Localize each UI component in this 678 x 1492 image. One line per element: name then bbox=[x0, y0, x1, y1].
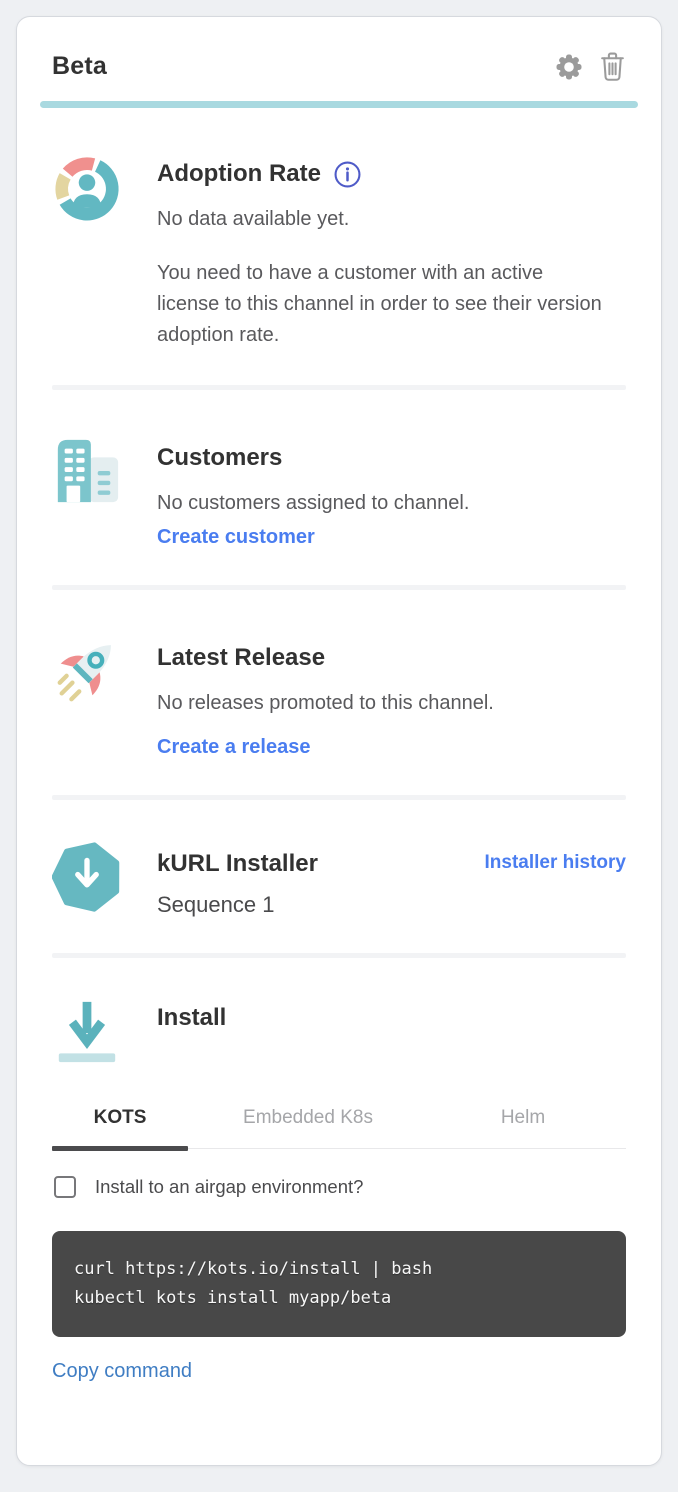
channel-delete-button[interactable] bbox=[599, 51, 626, 82]
airgap-checkbox[interactable] bbox=[54, 1176, 76, 1198]
channel-card-header: Beta bbox=[52, 51, 626, 82]
adoption-rate-title-text: Adoption Rate bbox=[157, 160, 321, 188]
latest-release-section: Latest Release No releases promoted to t… bbox=[52, 634, 626, 759]
buildings-icon bbox=[52, 434, 157, 549]
adoption-hint-text: You need to have a customer with an acti… bbox=[157, 258, 607, 351]
tab-kots[interactable]: KOTS bbox=[52, 1101, 188, 1148]
command-line: curl https://kots.io/install | bash bbox=[74, 1255, 604, 1284]
adoption-empty-message: No data available yet. bbox=[157, 204, 626, 234]
rocket-icon bbox=[52, 634, 157, 759]
customers-section: Customers No customers assigned to chann… bbox=[52, 434, 626, 549]
release-empty-message: No releases promoted to this channel. bbox=[157, 688, 626, 718]
gear-icon bbox=[554, 70, 584, 85]
section-divider bbox=[52, 385, 626, 390]
adoption-rate-section: Adoption Rate No data available yet. You… bbox=[52, 150, 626, 351]
trash-icon bbox=[599, 70, 626, 85]
kurl-installer-title: kURL Installer bbox=[157, 850, 318, 878]
install-section: Install bbox=[52, 994, 626, 1073]
command-line: kubectl kots install myapp/beta bbox=[74, 1284, 604, 1313]
install-title: Install bbox=[157, 1004, 626, 1032]
channel-accent-underline bbox=[40, 101, 638, 108]
airgap-row: Install to an airgap environment? bbox=[52, 1176, 626, 1198]
adoption-donut-icon bbox=[52, 150, 157, 351]
latest-release-content: Latest Release No releases promoted to t… bbox=[157, 634, 626, 759]
channel-settings-button[interactable] bbox=[554, 52, 584, 82]
kurl-installer-section: kURL Installer Installer history Sequenc… bbox=[52, 840, 626, 919]
customers-content: Customers No customers assigned to chann… bbox=[157, 434, 626, 549]
customers-title: Customers bbox=[157, 444, 626, 472]
kurl-title-row: kURL Installer Installer history bbox=[157, 840, 626, 878]
install-tabs: KOTS Embedded K8s Helm bbox=[52, 1101, 626, 1149]
download-icon bbox=[52, 994, 157, 1073]
tab-embedded-k8s[interactable]: Embedded K8s bbox=[188, 1101, 428, 1148]
section-divider bbox=[52, 795, 626, 800]
installer-history-link[interactable]: Installer history bbox=[485, 852, 627, 874]
latest-release-title: Latest Release bbox=[157, 644, 626, 672]
create-customer-link[interactable]: Create customer bbox=[157, 526, 315, 549]
header-actions bbox=[554, 51, 626, 82]
create-release-link[interactable]: Create a release bbox=[157, 736, 310, 759]
channel-title: Beta bbox=[52, 52, 107, 81]
airgap-label: Install to an airgap environment? bbox=[95, 1176, 363, 1198]
installer-sequence-text: Sequence 1 bbox=[157, 892, 626, 918]
install-command-block: curl https://kots.io/install | bashkubec… bbox=[52, 1231, 626, 1337]
info-icon[interactable] bbox=[334, 161, 361, 188]
section-divider bbox=[52, 585, 626, 590]
tab-helm[interactable]: Helm bbox=[428, 1101, 618, 1148]
adoption-rate-content: Adoption Rate No data available yet. You… bbox=[157, 150, 626, 351]
channel-card: Beta bbox=[16, 16, 662, 1466]
kurl-heptagon-icon bbox=[52, 840, 157, 919]
adoption-rate-title: Adoption Rate bbox=[157, 160, 626, 188]
customers-empty-message: No customers assigned to channel. bbox=[157, 488, 626, 518]
section-divider bbox=[52, 953, 626, 958]
copy-command-link[interactable]: Copy command bbox=[52, 1360, 192, 1383]
install-content: Install bbox=[157, 994, 626, 1073]
kurl-installer-content: kURL Installer Installer history Sequenc… bbox=[157, 840, 626, 919]
